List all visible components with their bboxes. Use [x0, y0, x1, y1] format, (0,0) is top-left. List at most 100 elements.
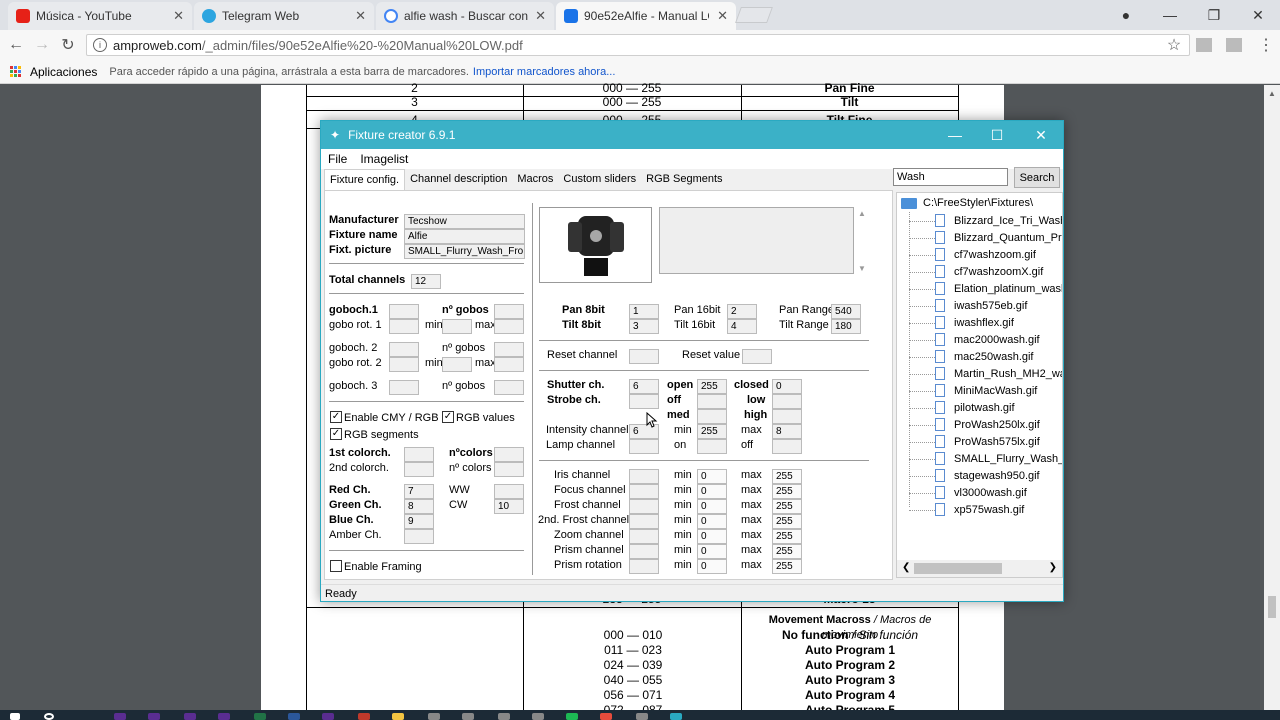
focus-field[interactable] — [629, 484, 659, 499]
tree-file-item[interactable]: Elation_platinum_wash_ — [935, 282, 1062, 295]
app-icon[interactable] — [218, 713, 230, 720]
extension-icon[interactable] — [1196, 38, 1212, 52]
tree-file-item[interactable]: xp575wash.gif — [935, 503, 1024, 516]
apps-link[interactable]: Aplicaciones — [30, 65, 97, 79]
forward-icon[interactable]: → — [32, 36, 52, 54]
gobo-rot1-field[interactable] — [389, 319, 419, 334]
folder-icon[interactable] — [392, 713, 404, 720]
tree-file-item[interactable]: ProWash575lx.gif — [935, 435, 1040, 448]
n-colors2-field[interactable] — [494, 462, 524, 477]
app-icon[interactable] — [498, 713, 510, 720]
scroll-down-icon[interactable]: ▼ — [858, 264, 866, 273]
tab-rgb-segments[interactable]: RGB Segments — [641, 169, 727, 190]
total-channels-field[interactable]: 12 — [411, 274, 441, 289]
strobe-high-field[interactable] — [772, 409, 802, 424]
close-icon[interactable]: ✕ — [173, 8, 184, 24]
intensity-max-field[interactable]: 8 — [772, 424, 802, 439]
blue-ch-field[interactable]: 9 — [404, 514, 434, 529]
frost-field[interactable] — [629, 499, 659, 514]
app-icon[interactable] — [532, 713, 544, 720]
tree-file-item[interactable]: pilotwash.gif — [935, 401, 1015, 414]
tilt-8bit-field[interactable]: 3 — [629, 319, 659, 334]
profile-icon[interactable]: ● — [1104, 0, 1148, 30]
fixture-name-field[interactable]: Alfie — [404, 229, 525, 244]
zoom-min-field[interactable]: 0 — [697, 529, 727, 544]
tree-file-item[interactable]: Martin_Rush_MH2_was — [935, 367, 1062, 380]
chrome-icon[interactable] — [636, 713, 648, 720]
frost-min-field[interactable]: 0 — [697, 499, 727, 514]
app-icon[interactable] — [322, 713, 334, 720]
reload-icon[interactable]: ↻ — [58, 36, 78, 54]
search-input[interactable]: Wash — [893, 168, 1008, 186]
maximize-button[interactable]: ☐ — [975, 121, 1019, 149]
closed-field[interactable]: 0 — [772, 379, 802, 394]
n-gobos3-field[interactable] — [494, 380, 524, 395]
scroll-up-icon[interactable]: ▲ — [1268, 89, 1276, 98]
window-titlebar[interactable]: ✦ Fixture creator 6.9.1 — ☐ ✕ — [321, 121, 1063, 149]
frost2-min-field[interactable]: 0 — [697, 514, 727, 529]
extension-icon[interactable] — [1226, 38, 1242, 52]
minimize-button[interactable]: — — [1148, 0, 1192, 30]
app-icon[interactable] — [184, 713, 196, 720]
tree-file-item[interactable]: vl3000wash.gif — [935, 486, 1027, 499]
omnibox[interactable]: i amproweb.com/_admin/files/90e52eAlfie%… — [86, 34, 1190, 56]
close-icon[interactable]: ✕ — [717, 8, 728, 24]
tab-telegram[interactable]: Telegram Web ✕ — [194, 2, 374, 30]
tree-file-item[interactable]: iwash575eb.gif — [935, 299, 1027, 312]
focus-max-field[interactable]: 255 — [772, 484, 802, 499]
lamp-field[interactable] — [629, 439, 659, 454]
minimize-button[interactable]: — — [933, 121, 977, 149]
close-button[interactable]: ✕ — [1019, 121, 1063, 149]
reset-value-field[interactable] — [742, 349, 772, 364]
n-colors1-field[interactable] — [494, 447, 524, 462]
spotify-icon[interactable] — [566, 713, 578, 720]
prism-rotation-max-field[interactable]: 255 — [772, 559, 802, 574]
strobe-med-field[interactable] — [697, 409, 727, 424]
tree-file-item[interactable]: SMALL_Flurry_Wash_F — [935, 452, 1062, 465]
iris-max-field[interactable]: 255 — [772, 469, 802, 484]
app-icon[interactable] — [114, 713, 126, 720]
word-icon[interactable] — [288, 713, 300, 720]
close-window-button[interactable]: ✕ — [1236, 0, 1280, 30]
tab-pdf-manual[interactable]: 90e52eAlfie - Manual LO ✕ — [556, 2, 736, 30]
tilt-16bit-field[interactable]: 4 — [727, 319, 757, 334]
focus-min-field[interactable]: 0 — [697, 484, 727, 499]
strobe-low-field[interactable] — [772, 394, 802, 409]
tree-horizontal-scrollbar[interactable]: ❮ ❯ — [897, 560, 1062, 577]
enable-cmy-checkbox[interactable]: ✓ — [330, 411, 342, 423]
info-icon[interactable]: i — [93, 38, 107, 52]
tree-file-item[interactable]: Blizzard_Ice_Tri_Wash. — [935, 214, 1062, 227]
prism-min-field[interactable]: 0 — [697, 544, 727, 559]
tree-file-item[interactable]: cf7washzoom.gif — [935, 248, 1036, 261]
menu-file[interactable]: File — [328, 152, 347, 166]
tree-file-item[interactable]: ProWash250lx.gif — [935, 418, 1040, 431]
rgb-values-checkbox[interactable]: ✓ — [442, 411, 454, 423]
frost-max-field[interactable]: 255 — [772, 499, 802, 514]
pan-range-field[interactable]: 540 — [831, 304, 861, 319]
tree-root[interactable]: C:\FreeStyler\Fixtures\ — [901, 197, 1033, 209]
amber-ch-field[interactable] — [404, 529, 434, 544]
gobo-rot1-min-field[interactable] — [442, 319, 472, 334]
fixture-creator-icon[interactable] — [670, 713, 682, 720]
gobo-rot2-min-field[interactable] — [442, 357, 472, 372]
manufacturer-field[interactable]: Tecshow — [404, 214, 525, 229]
lamp-on-field[interactable] — [697, 439, 727, 454]
tree-file-item[interactable]: MiniMacWash.gif — [935, 384, 1037, 397]
scroll-up-icon[interactable]: ▲ — [858, 209, 866, 218]
start-icon[interactable] — [10, 713, 20, 720]
scroll-right-icon[interactable]: ❯ — [1049, 562, 1057, 573]
back-icon[interactable]: ← — [6, 36, 26, 54]
fixture-file-tree[interactable]: C:\FreeStyler\Fixtures\ Blizzard_Ice_Tri… — [896, 192, 1063, 578]
new-tab-button[interactable] — [735, 7, 773, 23]
search-icon[interactable] — [44, 713, 54, 720]
restore-button[interactable]: ❐ — [1192, 0, 1236, 30]
open-field[interactable]: 255 — [697, 379, 727, 394]
tab-fixture-config[interactable]: Fixture config. — [324, 169, 406, 190]
url-text[interactable]: amproweb.com/_admin/files/90e52eAlfie%20… — [113, 38, 523, 53]
tree-file-item[interactable]: cf7washzoomX.gif — [935, 265, 1043, 278]
tilt-range-field[interactable]: 180 — [831, 319, 861, 334]
prism-field[interactable] — [629, 544, 659, 559]
tree-file-item[interactable]: iwashflex.gif — [935, 316, 1014, 329]
app-icon[interactable] — [600, 713, 612, 720]
app-icon[interactable] — [148, 713, 160, 720]
